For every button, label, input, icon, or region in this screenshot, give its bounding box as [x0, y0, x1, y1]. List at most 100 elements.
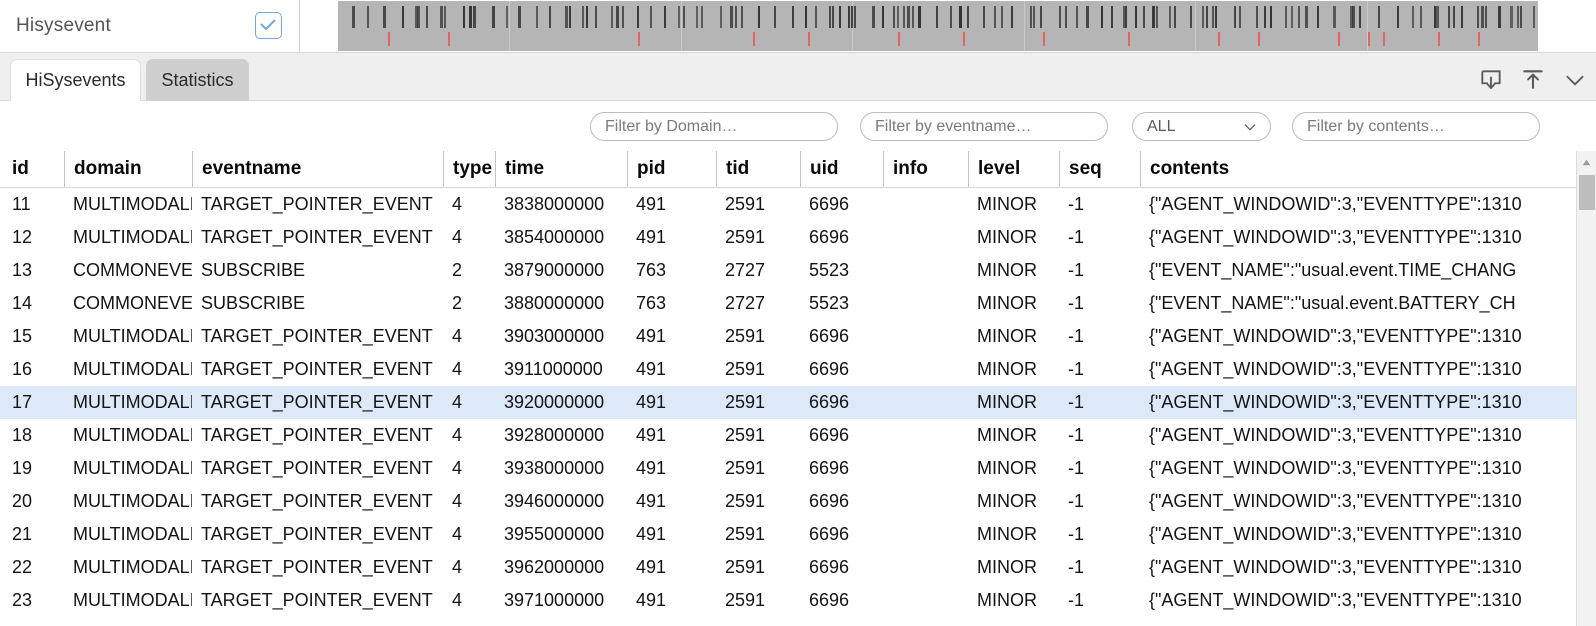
hisysevent-checkbox[interactable] [255, 12, 282, 39]
table-row[interactable]: 13 COMMONEVENT SUBSCRIBE 2 3879000000 763 2727… [0, 254, 1596, 287]
table-row[interactable]: 22 MULTIMODALINPUT TARGET_POINTER_EVENT 4 39… [0, 551, 1596, 584]
tab-hisysevents-label: HiSysevents [25, 70, 126, 90]
cell-seq: -1 [1068, 260, 1085, 280]
cell-uid: 5523 [809, 260, 850, 280]
export-icon[interactable] [1520, 67, 1546, 93]
timeline-tick [1359, 6, 1361, 28]
tab-toolbar [1478, 63, 1588, 97]
timeline-tick [918, 6, 921, 28]
column-header-id[interactable]: id [0, 151, 64, 187]
tab-strip: HiSysevents Statistics [0, 53, 1596, 101]
filter-domain-input[interactable]: Filter by Domain… [590, 112, 838, 141]
timeline-tick [1481, 6, 1484, 28]
table-row[interactable]: 15 MULTIMODALINPUT TARGET_POINTER_EVENT 4 39… [0, 320, 1596, 353]
column-header-label: pid [637, 158, 666, 179]
cell-domain: COMMONEVENT [73, 293, 192, 313]
timeline-tick [1033, 6, 1035, 28]
timeline-tick [1291, 6, 1293, 28]
cell-tid: 2591 [725, 458, 766, 478]
cell-tid: 2591 [725, 425, 766, 445]
cell-type: 4 [452, 194, 463, 214]
cell-tid: 2591 [725, 392, 766, 412]
table-row[interactable]: 19 MULTIMODALINPUT TARGET_POINTER_EVENT 4 39… [0, 452, 1596, 485]
column-header-pid[interactable]: pid [627, 151, 716, 187]
timeline-marker [753, 32, 755, 46]
timeline-tick [1059, 6, 1061, 28]
cell-seq: -1 [1068, 425, 1085, 445]
timeline-tick [1517, 6, 1519, 28]
column-header-label: seq [1069, 158, 1102, 179]
column-header-contents[interactable]: contents [1140, 151, 1536, 187]
column-header-eventname[interactable]: eventname [192, 151, 443, 187]
timeline-tick [1169, 6, 1171, 28]
import-icon[interactable] [1478, 67, 1504, 93]
cell-type: 4 [452, 590, 463, 610]
timeline-tick [678, 6, 680, 28]
table-row[interactable]: 20 MULTIMODALINPUT TARGET_POINTER_EVENT 4 39… [0, 485, 1596, 518]
filter-level-select[interactable]: ALL [1132, 112, 1271, 141]
vertical-scrollbar[interactable] [1576, 151, 1596, 626]
cell-tid: 2591 [725, 326, 766, 346]
tab-hisysevents[interactable]: HiSysevents [10, 59, 141, 101]
timeline-tick [417, 6, 420, 28]
column-header-tid[interactable]: tid [716, 151, 800, 187]
cell-type: 2 [452, 260, 463, 280]
timeline-tick [854, 6, 856, 28]
cell-id: 15 [12, 326, 33, 346]
timeline-strip[interactable] [319, 1, 1596, 51]
timeline-tick [994, 6, 996, 28]
scrollbar-thumb[interactable] [1579, 175, 1595, 210]
cell-info [883, 386, 968, 419]
table-header-row: id domain eventname type time pid tid uid info le… [0, 151, 1596, 188]
cell-time: 3854000000 [504, 227, 605, 247]
column-header-uid[interactable]: uid [800, 151, 883, 187]
chevron-down-icon [1244, 123, 1256, 130]
table-row[interactable]: 21 MULTIMODALINPUT TARGET_POINTER_EVENT 4 39… [0, 518, 1596, 551]
timeline-tick [1030, 6, 1032, 28]
cell-info [883, 518, 968, 551]
caret-up-icon[interactable] [1577, 151, 1596, 173]
timeline-tick [1202, 6, 1204, 28]
timeline-tick [774, 6, 776, 28]
cell-time: 3938000000 [504, 458, 605, 478]
table-row[interactable]: 14 COMMONEVENT SUBSCRIBE 2 3880000000 763 2727… [0, 287, 1596, 320]
filter-contents-placeholder: Filter by contents… [1307, 117, 1445, 135]
cell-type: 4 [452, 491, 463, 511]
cell-tid: 2591 [725, 359, 766, 379]
timeline-tick [805, 6, 807, 28]
table-row[interactable]: 17 MULTIMODALINPUT TARGET_POINTER_EVENT 4 39… [0, 386, 1596, 419]
tab-statistics[interactable]: Statistics [146, 59, 249, 101]
cell-contents: {"AGENT_WINDOWID":3,"EVENTTYPE":1310 [1149, 458, 1522, 478]
timeline-tick [967, 6, 969, 28]
cell-tid: 2591 [725, 524, 766, 544]
column-header-seq[interactable]: seq [1059, 151, 1140, 187]
filter-eventname-input[interactable]: Filter by eventname… [860, 112, 1108, 141]
timeline-tick [701, 6, 703, 28]
column-header-info[interactable]: info [883, 151, 968, 187]
timeline-marker [388, 32, 390, 46]
column-header-label: time [505, 158, 545, 179]
column-header-level[interactable]: level [968, 151, 1059, 187]
timeline-tick [1190, 6, 1192, 28]
timeline-tick [1264, 6, 1266, 28]
cell-uid: 6696 [809, 194, 850, 214]
timeline-tick [1011, 6, 1013, 28]
cell-time: 3928000000 [504, 425, 605, 445]
cell-domain: MULTIMODALINPUT [73, 392, 192, 412]
cell-domain: COMMONEVENT [73, 260, 192, 280]
table-row[interactable]: 12 MULTIMODALINPUT TARGET_POINTER_EVENT 4 38… [0, 221, 1596, 254]
table-row[interactable]: 16 MULTIMODALINPUT TARGET_POINTER_EVENT 4 39… [0, 353, 1596, 386]
timeline-tick [569, 6, 571, 28]
column-header-time[interactable]: time [495, 151, 627, 187]
filter-contents-input[interactable]: Filter by contents… [1292, 112, 1540, 141]
table-row[interactable]: 23 MULTIMODALINPUT TARGET_POINTER_EVENT 4 39… [0, 584, 1596, 617]
timeline-tick [1448, 6, 1450, 28]
column-header-domain[interactable]: domain [64, 151, 192, 187]
timeline-tick [1333, 6, 1336, 28]
chevron-down-icon[interactable] [1562, 67, 1588, 93]
table-row[interactable]: 11 MULTIMODALINPUT TARGET_POINTER_EVENT 4 38… [0, 188, 1596, 221]
column-header-type[interactable]: type [443, 151, 495, 187]
cell-tid: 2591 [725, 227, 766, 247]
table-row[interactable]: 18 MULTIMODALINPUT TARGET_POINTER_EVENT 4 39… [0, 419, 1596, 452]
timeline-track[interactable] [338, 1, 1538, 51]
